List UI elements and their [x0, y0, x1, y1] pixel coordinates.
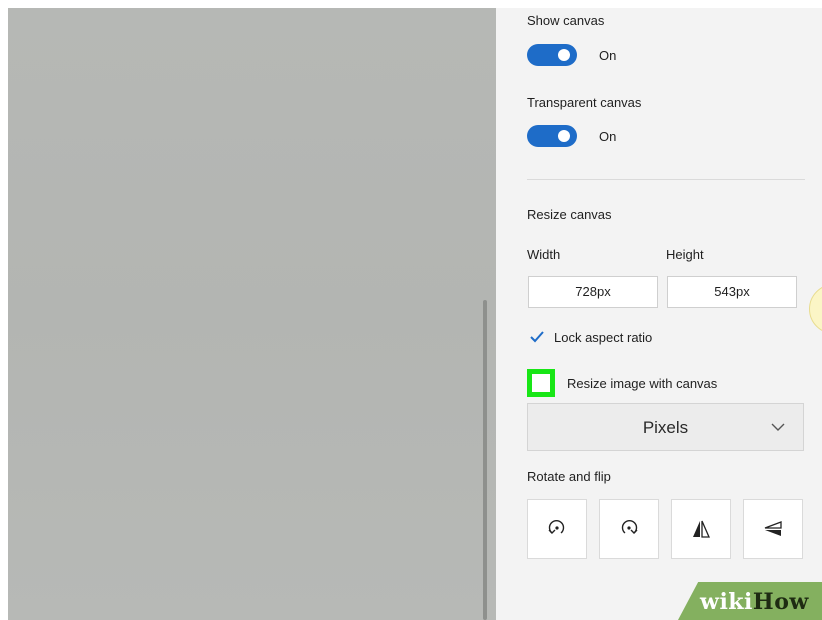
transparent-canvas-toggle[interactable] — [527, 125, 577, 147]
width-input[interactable]: 728px — [528, 276, 658, 308]
canvas-settings-panel: Show canvas On Transparent canvas On Res… — [496, 8, 822, 620]
height-label: Height — [666, 247, 704, 262]
wikihow-watermark: wikiHow — [700, 589, 809, 615]
rotate-right-icon — [621, 519, 638, 534]
flip-vertical-button[interactable] — [671, 499, 731, 559]
checkmark-icon[interactable] — [529, 329, 545, 345]
rotate-right-button[interactable] — [599, 499, 659, 559]
watermark-wiki: wiki — [700, 589, 753, 615]
show-canvas-state: On — [599, 48, 617, 63]
vertical-scrollbar[interactable] — [483, 300, 487, 620]
canvas-area[interactable] — [8, 8, 496, 620]
show-canvas-label: Show canvas — [527, 13, 605, 28]
lock-aspect-ratio-label: Lock aspect ratio — [554, 330, 653, 345]
width-label: Width — [527, 247, 561, 262]
transparent-canvas-label: Transparent canvas — [527, 95, 642, 110]
transparent-canvas-state: On — [599, 129, 617, 144]
resize-image-label: Resize image with canvas — [567, 376, 718, 391]
watermark-how: How — [752, 589, 809, 615]
units-selected: Pixels — [642, 418, 689, 437]
rotate-left-icon — [548, 519, 565, 534]
resize-canvas-title: Resize canvas — [527, 207, 612, 222]
height-input[interactable]: 543px — [667, 276, 797, 308]
resize-image-checkbox[interactable] — [527, 369, 555, 397]
units-dropdown[interactable]: Pixels — [527, 403, 804, 451]
flip-horizontal-button[interactable] — [743, 499, 803, 559]
show-canvas-toggle[interactable] — [527, 44, 577, 66]
flip-vertical-icon — [693, 520, 710, 538]
chevron-down-icon — [771, 423, 785, 431]
rotate-left-button[interactable] — [527, 499, 587, 559]
rotate-flip-title: Rotate and flip — [527, 469, 611, 484]
section-divider — [527, 179, 805, 180]
flip-horizontal-icon — [764, 521, 782, 536]
